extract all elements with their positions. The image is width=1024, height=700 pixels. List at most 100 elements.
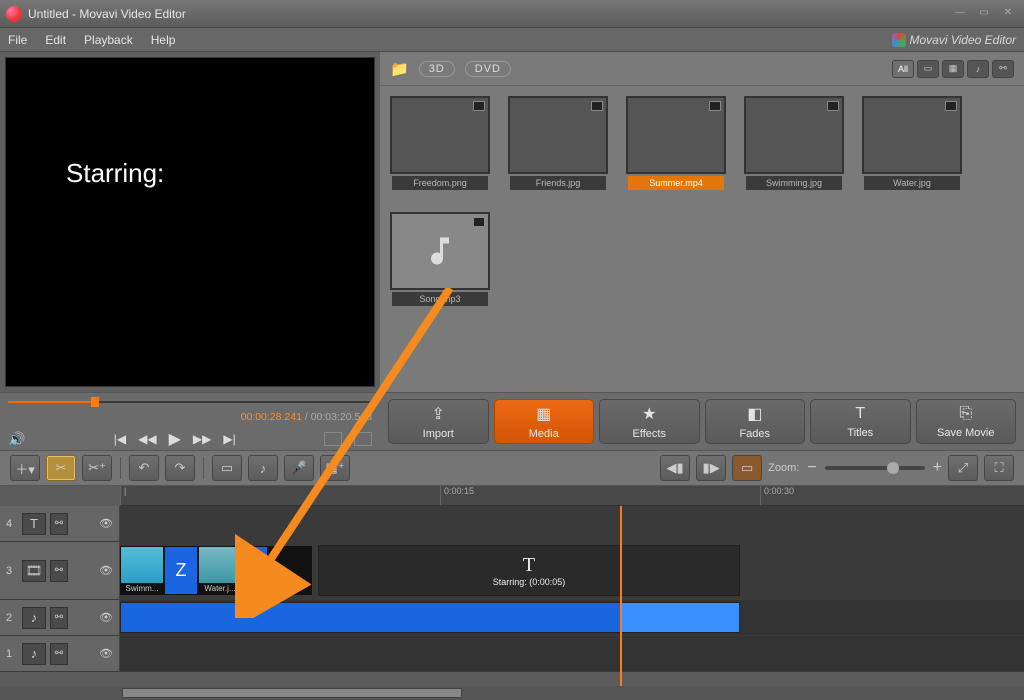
mode-save[interactable]: ⎘Save Movie	[916, 399, 1017, 444]
preview-overlay-text: Starring:	[66, 158, 164, 189]
visibility-icon[interactable]: 👁	[99, 647, 113, 660]
redo-button[interactable]: ↷	[165, 455, 195, 481]
track-body[interactable]	[120, 600, 1024, 635]
menu-edit[interactable]: Edit	[45, 33, 66, 47]
video-track-icon: 🎞	[22, 560, 46, 582]
brand-label: Movavi Video Editor	[892, 33, 1017, 47]
badge-3d[interactable]: 3D	[419, 61, 455, 77]
brand-text: Movavi Video Editor	[910, 33, 1017, 47]
clip-swimming[interactable]: Swimm...	[120, 546, 164, 595]
fit-button[interactable]: ⤢	[948, 455, 978, 481]
mode-media[interactable]: ▦Media	[494, 399, 595, 444]
filter-image-icon[interactable]: ▦	[942, 60, 964, 78]
brand-icon	[892, 33, 906, 47]
track-1: 1 ♪ ⚯ 👁	[0, 636, 1024, 672]
clip-misc[interactable]	[242, 546, 312, 595]
track-body[interactable]: Swimm... Z Water.j... T Starring: (0:00:…	[120, 542, 1024, 599]
zoom-handle[interactable]	[887, 462, 899, 474]
minimize-button[interactable]: —	[950, 7, 970, 21]
skip-end-button[interactable]: ▶|	[223, 432, 235, 446]
open-folder-icon[interactable]: 📁	[390, 60, 409, 78]
preview-pane: Starring:	[0, 52, 380, 392]
zoom-slider[interactable]	[825, 466, 925, 470]
media-item-song[interactable]: Song.mp3	[392, 214, 488, 306]
mode-titles[interactable]: TTitles	[810, 399, 911, 444]
track-head[interactable]: 2 ♪ ⚯ 👁	[0, 600, 120, 635]
menu-file[interactable]: File	[8, 33, 27, 47]
undo-button[interactable]: ↶	[129, 455, 159, 481]
forward-button[interactable]: ▶▶	[193, 432, 211, 446]
marker-prev-button[interactable]: ◀▮	[660, 455, 690, 481]
media-item-freedom[interactable]: Freedom.png	[392, 98, 488, 190]
media-label: Water.jpg	[864, 176, 960, 190]
media-item-water[interactable]: Water.jpg	[864, 98, 960, 190]
mode-fades[interactable]: ◧Fades	[705, 399, 806, 444]
audio-props-button[interactable]: ♪	[248, 455, 278, 481]
link-icon[interactable]: ⚯	[50, 607, 68, 629]
visibility-icon[interactable]: 👁	[99, 517, 113, 530]
visibility-icon[interactable]: 👁	[99, 611, 113, 624]
link-icon[interactable]: ⚯	[50, 643, 68, 665]
clip-water[interactable]: Water.j...	[198, 546, 242, 595]
title-bar: Untitled - Movavi Video Editor — ▭ ✕	[0, 0, 1024, 28]
filter-video-icon[interactable]: ▭	[917, 60, 939, 78]
aspect-button[interactable]	[324, 432, 342, 446]
skip-start-button[interactable]: |◀	[114, 432, 126, 446]
record-button[interactable]: 🎤	[284, 455, 314, 481]
media-label: Swimming.jpg	[746, 176, 842, 190]
type-badge-icon	[827, 101, 839, 111]
clip-audio[interactable]	[120, 602, 740, 633]
mode-import[interactable]: ⇪Import	[388, 399, 489, 444]
mode-effects[interactable]: ★Effects	[599, 399, 700, 444]
fades-icon: ◧	[747, 404, 762, 424]
media-item-swimming[interactable]: Swimming.jpg	[746, 98, 842, 190]
badge-dvd[interactable]: DVD	[465, 61, 511, 77]
type-badge-icon	[473, 101, 485, 111]
text-track-icon: T	[22, 513, 46, 535]
scrollbar-thumb[interactable]	[122, 688, 462, 698]
filter-audio-icon[interactable]: ♪	[967, 60, 989, 78]
seek-bar[interactable]	[8, 397, 372, 407]
trim-button[interactable]: ▭	[212, 455, 242, 481]
track-body[interactable]	[120, 506, 1024, 541]
menu-help[interactable]: Help	[151, 33, 176, 47]
menu-playback[interactable]: Playback	[84, 33, 133, 47]
filter-link-icon[interactable]: ⚯	[992, 60, 1014, 78]
play-button[interactable]: ▶	[169, 429, 181, 449]
preview-video[interactable]: Starring:	[6, 58, 374, 386]
track-body[interactable]	[120, 636, 1024, 671]
export-frame-button[interactable]: ▦⁺	[320, 455, 350, 481]
rewind-button[interactable]: ◀◀	[138, 432, 156, 446]
media-item-friends[interactable]: Friends.jpg	[510, 98, 606, 190]
link-icon[interactable]: ⚯	[50, 513, 68, 535]
track-head[interactable]: 3 🎞 ⚯ 👁	[0, 542, 120, 599]
visibility-icon[interactable]: 👁	[99, 564, 113, 577]
volume-icon[interactable]: 🔊	[8, 431, 25, 448]
playhead[interactable]	[620, 506, 622, 686]
zoom-out-button[interactable]: −	[807, 459, 816, 477]
timeline-scrollbar[interactable]	[0, 686, 1024, 700]
cut-button[interactable]: ✂⁺	[82, 455, 112, 481]
maximize-button[interactable]: ▭	[974, 7, 994, 21]
media-pane: 📁 3D DVD All ▭ ▦ ♪ ⚯ Freedom.png Friends…	[380, 52, 1024, 392]
track-head[interactable]: 1 ♪ ⚯ 👁	[0, 636, 120, 671]
marker-next-button[interactable]: ▮▶	[696, 455, 726, 481]
transition-clip[interactable]: Z	[164, 546, 198, 595]
split-button[interactable]: ✂	[46, 455, 76, 481]
link-icon[interactable]: ⚯	[50, 560, 68, 582]
track-head[interactable]: 4 T ⚯ 👁	[0, 506, 120, 541]
media-label: Friends.jpg	[510, 176, 606, 190]
menu-bar: File Edit Playback Help Movavi Video Edi…	[0, 28, 1024, 52]
audio-track-icon: ♪	[22, 643, 46, 665]
timeline-ruler[interactable]: | 0:00:15 0:00:30	[120, 486, 1024, 506]
crop-button[interactable]	[354, 432, 372, 446]
add-track-button[interactable]: ＋▾	[10, 455, 40, 481]
filter-all[interactable]: All	[892, 60, 914, 78]
close-button[interactable]: ✕	[998, 7, 1018, 21]
media-item-summer[interactable]: Summer.mp4	[628, 98, 724, 190]
clip-title[interactable]: T Starring: (0:00:05)	[318, 545, 740, 596]
fullscreen-button[interactable]: ⛶	[984, 455, 1014, 481]
seek-handle[interactable]	[91, 397, 99, 407]
preview-mode-button[interactable]: ▭	[732, 455, 762, 481]
zoom-in-button[interactable]: +	[933, 459, 942, 477]
